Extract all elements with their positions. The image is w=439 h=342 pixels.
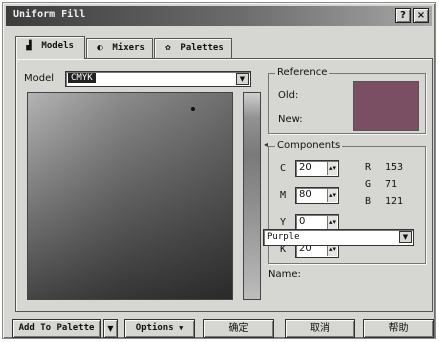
reference-legend: Reference bbox=[275, 67, 330, 78]
tab-mixers[interactable]: ◐ Mixers bbox=[86, 38, 153, 58]
yellow-spinner-icon[interactable]: ▴▾ bbox=[327, 216, 337, 229]
model-dropdown[interactable]: CMYK ▼ bbox=[65, 71, 251, 87]
color-name-dropdown[interactable]: Purple ▼ bbox=[263, 229, 414, 246]
magenta-label: M bbox=[280, 190, 287, 201]
yellow-label: Y bbox=[280, 217, 287, 228]
cyan-value: 20 bbox=[299, 162, 312, 173]
ok-button[interactable]: 确定 bbox=[203, 319, 274, 338]
green-label: G bbox=[365, 179, 372, 190]
uniform-fill-dialog: Uniform Fill ? × ▟ Models ◐ Mixers ✿ Pal… bbox=[2, 2, 436, 339]
chevron-down-icon: ▼ bbox=[179, 324, 184, 332]
help-title-button[interactable]: ? bbox=[395, 8, 411, 23]
yellow-value: 0 bbox=[299, 216, 306, 227]
green-value: 71 bbox=[385, 179, 398, 190]
cyan-spinner-icon[interactable]: ▴▾ bbox=[327, 162, 337, 175]
color-picker-area[interactable] bbox=[27, 92, 233, 300]
components-group: Components C 20 ▴▾ M 80 ▴▾ Y 0 ▴▾ K 20 ▴… bbox=[268, 140, 426, 264]
tab-models[interactable]: ▟ Models bbox=[15, 36, 85, 59]
tab-models-label: Models bbox=[41, 41, 74, 51]
title-bar: Uniform Fill ? × bbox=[6, 6, 432, 26]
components-legend: Components bbox=[275, 140, 343, 151]
blue-value: 121 bbox=[385, 196, 404, 207]
magenta-value: 80 bbox=[299, 189, 312, 200]
hue-slider[interactable]: ◂ bbox=[243, 92, 268, 300]
close-button[interactable]: × bbox=[413, 8, 429, 23]
chevron-down-icon[interactable]: ▼ bbox=[236, 73, 249, 85]
add-to-palette-dropdown-button[interactable]: ▼ bbox=[103, 319, 118, 338]
cancel-button[interactable]: 取消 bbox=[285, 319, 355, 338]
help-button[interactable]: 帮助 bbox=[363, 319, 434, 338]
name-label: Name: bbox=[268, 269, 301, 280]
magenta-spinner-icon[interactable]: ▴▾ bbox=[327, 189, 337, 202]
palettes-icon: ✿ bbox=[165, 43, 171, 53]
old-label: Old: bbox=[278, 90, 299, 101]
red-label: R bbox=[365, 162, 372, 173]
color-name-value: Purple bbox=[267, 232, 300, 242]
models-panel: Model CMYK ▼ ◂ Reference Old: New: Compo… bbox=[15, 58, 433, 312]
reference-swatch bbox=[353, 81, 419, 131]
blue-label: B bbox=[365, 196, 372, 207]
options-label: Options bbox=[135, 323, 174, 333]
reference-group: Reference Old: New: bbox=[268, 67, 426, 134]
cyan-field[interactable]: 20 ▴▾ bbox=[295, 160, 339, 177]
models-icon: ▟ bbox=[26, 41, 32, 51]
options-button[interactable]: Options ▼ bbox=[124, 319, 195, 338]
model-label: Model bbox=[24, 73, 55, 84]
dialog-title: Uniform Fill bbox=[13, 9, 86, 20]
magenta-field[interactable]: 80 ▴▾ bbox=[295, 187, 339, 204]
model-value: CMYK bbox=[68, 73, 96, 83]
new-label: New: bbox=[278, 114, 303, 125]
tab-palettes[interactable]: ✿ Palettes bbox=[154, 38, 232, 58]
cyan-label: C bbox=[280, 163, 287, 174]
mixers-icon: ◐ bbox=[97, 43, 103, 53]
red-value: 153 bbox=[385, 162, 404, 173]
tab-mixers-label: Mixers bbox=[112, 43, 145, 53]
chevron-down-icon[interactable]: ▼ bbox=[399, 231, 412, 243]
tab-palettes-label: Palettes bbox=[180, 43, 224, 53]
add-to-palette-button[interactable]: Add To Palette bbox=[12, 319, 101, 338]
picker-marker[interactable] bbox=[191, 107, 195, 111]
